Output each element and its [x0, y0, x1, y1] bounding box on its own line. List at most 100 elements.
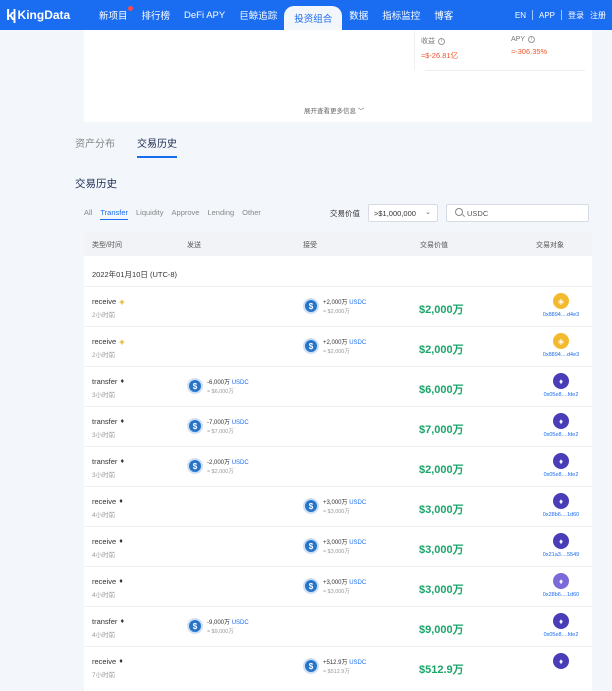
tx-time: 4小时前: [92, 552, 116, 559]
type-time-cell: receive ♦ 7小时前: [92, 657, 123, 679]
apy-stat: APY i ≈-306.35%: [511, 36, 547, 56]
token-symbol[interactable]: USDC: [349, 660, 366, 666]
token-symbol[interactable]: USDC: [349, 300, 366, 306]
counterparty-address[interactable]: 0x8894....d4e3: [536, 312, 586, 318]
nav-item-7[interactable]: 博客: [427, 0, 460, 30]
receive-token: $ +512.9万 USDC ≈ $512.9万: [303, 657, 366, 675]
table-row: receive ♦ 7小时前 $ +512.9万 USDC ≈ $512.9万 $512.9…: [84, 646, 592, 686]
nav-item-5[interactable]: 数据: [342, 0, 375, 30]
counterparty[interactable]: ♦ 0x21a3....5549: [536, 533, 586, 558]
value-filter-select[interactable]: >$1,000,000 ⌄: [368, 204, 438, 222]
login-link[interactable]: 登录: [562, 10, 590, 21]
token-symbol[interactable]: USDC: [349, 540, 366, 546]
filter-other[interactable]: Other: [242, 208, 261, 220]
date-group-label: 2022年01月10日 (UTC-8): [92, 270, 178, 279]
stat-area: 收益 i ≈$-26.81亿 APY i ≈-306.35%: [414, 30, 592, 71]
counterparty[interactable]: ♦: [536, 653, 586, 672]
counterparty[interactable]: ♦ 0x05e8....fde2: [536, 373, 586, 398]
profit-value: ≈$-26.81亿: [421, 51, 459, 60]
counterparty[interactable]: ♦ 0x05e8....fde2: [536, 453, 586, 478]
portfolio-tabs: 资产分布 交易历史: [75, 135, 199, 158]
tx-type: receive ◈: [92, 337, 125, 346]
token-symbol[interactable]: USDC: [349, 580, 366, 586]
counterparty[interactable]: ◈ 0x8894....d4e3: [536, 293, 586, 318]
counterparty-address[interactable]: 0x05e8....fde2: [536, 392, 586, 398]
tab-0[interactable]: 资产分布: [75, 135, 115, 158]
table-row: transfer ♦ 4小时前 $ -9,000万 USDC ≈ $9,000万 $9,00…: [84, 606, 592, 646]
token-symbol[interactable]: USDC: [232, 380, 249, 386]
nav-menu: 新项目 排行榜 DeFi APY 巨鲸追踪 投资组合 数据 指标监控 博客: [92, 0, 460, 30]
tab-1[interactable]: 交易历史: [137, 135, 177, 158]
lang-switch[interactable]: EN: [509, 11, 532, 20]
counterparty-address[interactable]: 0x05e8....fde2: [536, 632, 586, 638]
filter-lending[interactable]: Lending: [207, 208, 234, 220]
type-filters: All Transfer Liquidity Approve Lending Other: [84, 208, 269, 220]
token-amount-value: +3,000万: [323, 500, 348, 506]
logo-mark-icon: k|: [6, 6, 16, 24]
search-input[interactable]: [467, 207, 582, 219]
token-amount: +3,000万 USDC: [323, 537, 366, 546]
token-amount-value: -9,000万: [207, 620, 231, 626]
nav-item-1[interactable]: 排行榜: [135, 0, 178, 30]
filter-approve[interactable]: Approve: [172, 208, 200, 220]
token-usd-value: ≈ $2,000万: [323, 349, 350, 355]
token-symbol[interactable]: USDC: [349, 500, 366, 506]
token-usd-value: ≈ $512.9万: [323, 669, 350, 675]
info-icon[interactable]: i: [528, 36, 536, 43]
info-icon[interactable]: i: [438, 37, 445, 45]
new-badge-dot: [127, 6, 133, 11]
table-row: transfer ♦ 3小时前 $ -2,000万 USDC ≈ $2,000万 $2,00…: [84, 446, 592, 486]
nav-item-2[interactable]: DeFi APY: [177, 0, 232, 30]
token-symbol[interactable]: USDC: [349, 340, 366, 346]
search-icon: [455, 208, 463, 216]
register-link[interactable]: 注册: [590, 10, 612, 21]
counterparty[interactable]: ♦ 0x28b6....1d60: [536, 573, 586, 598]
tx-time: 3小时前: [92, 432, 116, 439]
profit-stat: 收益 i ≈$-26.81亿: [421, 36, 458, 61]
logo[interactable]: k| KingData: [0, 7, 92, 24]
filter-liquidity[interactable]: Liquidity: [136, 208, 164, 220]
tx-value: $3,000万: [419, 544, 464, 556]
receive-token: $ +2,000万 USDC ≈ $2,000万: [303, 297, 366, 315]
token-symbol[interactable]: USDC: [232, 620, 249, 626]
send-token: $ -7,000万 USDC ≈ $7,000万: [187, 417, 249, 435]
eth-chain-icon: ♦: [119, 498, 123, 505]
send-token: $ -6,000万 USDC ≈ $6,000万: [187, 377, 249, 395]
nav-item-4[interactable]: 投资组合: [284, 6, 343, 30]
usdc-icon: $: [187, 418, 203, 434]
header-type-time: 类型/时间: [92, 242, 122, 249]
nav-item-3[interactable]: 巨鲸追踪: [232, 0, 284, 30]
filter-transfer[interactable]: Transfer: [100, 208, 128, 220]
counterparty[interactable]: ◈ 0x8894....d4e3: [536, 333, 586, 358]
counterparty[interactable]: ♦ 0x28b6....1d60: [536, 493, 586, 518]
counterparty[interactable]: ♦ 0x05e8....fde2: [536, 613, 586, 638]
counterparty[interactable]: ♦ 0x05e8....fde2: [536, 413, 586, 438]
tx-type: receive ♦: [92, 577, 123, 586]
eth-icon: ♦: [553, 653, 569, 669]
counterparty-address[interactable]: 0x05e8....fde2: [536, 432, 586, 438]
filter-all[interactable]: All: [84, 208, 92, 220]
token-amount: +512.9万 USDC: [323, 657, 366, 666]
counterparty-address[interactable]: 0x28b6....1d60: [536, 592, 586, 598]
token-symbol[interactable]: USDC: [232, 420, 249, 426]
nav-item-0[interactable]: 新项目: [92, 0, 135, 30]
eth-chain-icon: ♦: [119, 538, 123, 545]
usdc-icon: $: [303, 338, 319, 354]
expand-more-button[interactable]: 展开查看更多信息 ﹀: [304, 105, 364, 115]
receive-token: $ +3,000万 USDC ≈ $3,000万: [303, 497, 366, 515]
counterparty-address[interactable]: 0x21a3....5549: [536, 552, 586, 558]
nav-item-6[interactable]: 指标监控: [375, 0, 427, 30]
tx-time: 3小时前: [92, 472, 116, 479]
type-time-cell: receive ◈ 2小时前: [92, 297, 125, 319]
logo-text: KingData: [17, 8, 71, 22]
app-link[interactable]: APP: [533, 11, 561, 20]
usdc-icon: $: [303, 578, 319, 594]
token-symbol[interactable]: USDC: [232, 460, 249, 466]
counterparty-address[interactable]: 0x05e8....fde2: [536, 472, 586, 478]
bnb-chain-icon: ◈: [119, 298, 125, 306]
token-usd-value: ≈ $6,000万: [207, 389, 234, 395]
counterparty-address[interactable]: 0x8894....d4e3: [536, 352, 586, 358]
tx-type: transfer ♦: [92, 457, 124, 466]
search-box[interactable]: [446, 204, 589, 222]
counterparty-address[interactable]: 0x28b6....1d60: [536, 512, 586, 518]
